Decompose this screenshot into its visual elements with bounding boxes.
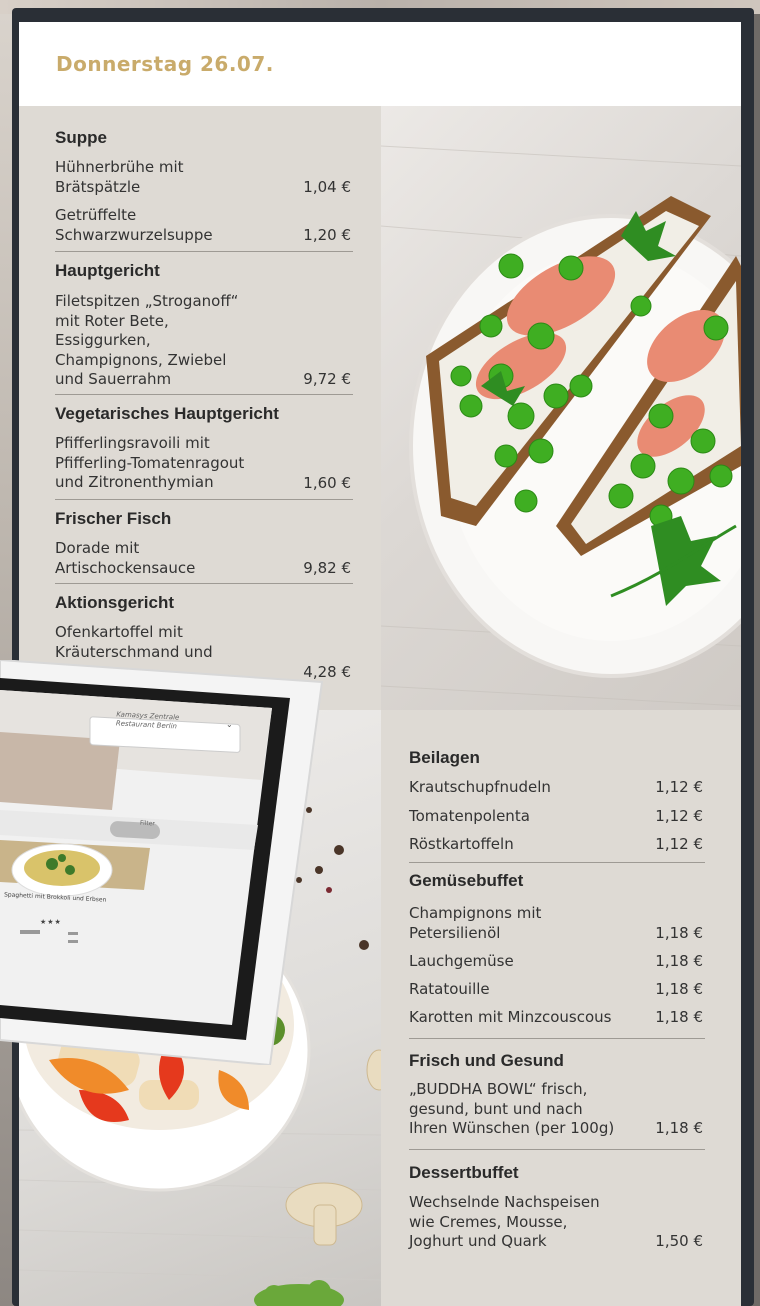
menu-item: Lauchgemüse bbox=[409, 952, 514, 970]
tablet-device: Kamasys Zentrale Restaurant Berlin ⌄ Fil… bbox=[0, 658, 330, 1067]
menu-item-price: 1,12 € bbox=[655, 778, 703, 796]
section-title: Frisch und Gesund bbox=[409, 1051, 564, 1070]
section-title: Frischer Fisch bbox=[55, 509, 172, 528]
divider bbox=[409, 1149, 705, 1150]
menu-item-price: 1,04 € bbox=[303, 178, 351, 196]
menu-item: „BUDDHA BOWL“ frisch, gesund, bunt und n… bbox=[409, 1080, 615, 1137]
menu-item-price: 1,18 € bbox=[655, 952, 703, 970]
section-title: Dessertbuffet bbox=[409, 1163, 519, 1182]
menu-item: Ofenkartoffel mit Kräuterschmand und bbox=[55, 623, 213, 661]
section-title: Gemüsebuffet bbox=[409, 871, 524, 890]
menu-item-price: 9,72 € bbox=[303, 370, 351, 388]
menu-item-price: 1,18 € bbox=[655, 1008, 703, 1026]
section-title: Suppe bbox=[55, 128, 107, 147]
section-title: Vegetarisches Hauptgericht bbox=[55, 404, 279, 423]
menu-item-price: 1,18 € bbox=[655, 980, 703, 998]
filter-toggle[interactable]: Filter bbox=[140, 820, 155, 828]
menu-header: Donnerstag 26.07. bbox=[19, 22, 741, 106]
divider bbox=[409, 862, 705, 863]
menu-item-price: 1,18 € bbox=[655, 924, 703, 942]
divider bbox=[55, 394, 353, 395]
menu-item: Karotten mit Minzcouscous bbox=[409, 1008, 612, 1026]
menu-date: Donnerstag 26.07. bbox=[56, 52, 274, 76]
divider bbox=[55, 251, 353, 252]
menu-item: Krautschupfnudeln bbox=[409, 778, 551, 796]
menu-item-price: 9,82 € bbox=[303, 559, 351, 577]
menu-item-price: 1,18 € bbox=[655, 1119, 703, 1137]
menu-item-price: 1,12 € bbox=[655, 807, 703, 825]
menu-item-price: 1,60 € bbox=[303, 474, 351, 492]
menu-item: Ratatouille bbox=[409, 980, 490, 998]
menu-item-price: 1,12 € bbox=[655, 835, 703, 853]
section-title: Aktionsgericht bbox=[55, 593, 175, 612]
menu-item: Tomatenpolenta bbox=[409, 807, 530, 825]
divider bbox=[55, 583, 353, 584]
menu-item: Dorade mit Artischockensauce bbox=[55, 539, 196, 577]
menu-item-price: 1,20 € bbox=[303, 226, 351, 244]
menu-item: Pfifferlingsravoili mit Pfifferling-Toma… bbox=[55, 434, 245, 491]
chevron-down-icon[interactable]: ⌄ bbox=[226, 720, 233, 729]
menu-item: Wechselnde Nachspeisen wie Cremes, Mouss… bbox=[409, 1193, 600, 1250]
menu-item: Champignons mit Petersilienöl bbox=[409, 904, 542, 942]
section-title: Beilagen bbox=[409, 748, 480, 767]
tablet-location[interactable]: Kamasys Zentrale Restaurant Berlin bbox=[116, 710, 180, 731]
menu-item: Röstkartoffeln bbox=[409, 835, 514, 853]
divider bbox=[55, 499, 353, 500]
salmon-toast-photo bbox=[381, 106, 741, 710]
salmon-toast-illustration bbox=[381, 145, 741, 707]
menu-item: Filetspitzen „Stroganoff“ mit Roter Bete… bbox=[55, 292, 239, 388]
rating-stars: ★★★ bbox=[40, 918, 62, 926]
menu-item: Hühnerbrühe mit Brätspätzle bbox=[55, 158, 184, 196]
divider bbox=[409, 1038, 705, 1039]
menu-item-price: 1,50 € bbox=[655, 1232, 703, 1250]
section-title: Hauptgericht bbox=[55, 261, 160, 280]
menu-item: Getrüffelte Schwarzwurzelsuppe bbox=[55, 206, 213, 244]
